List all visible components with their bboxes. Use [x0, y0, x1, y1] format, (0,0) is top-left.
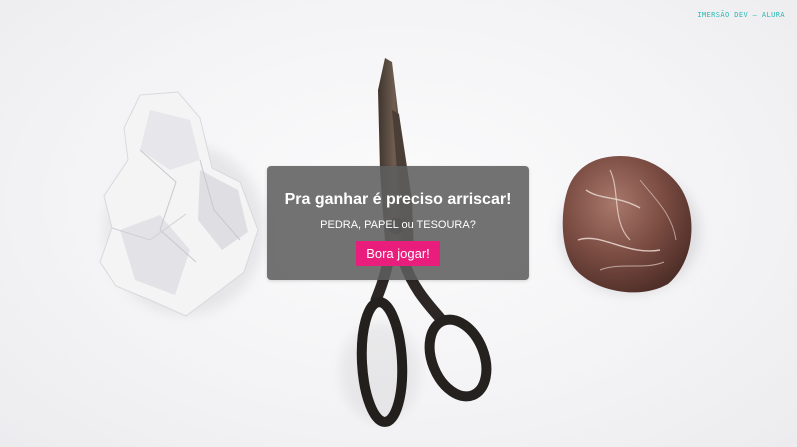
paper-crumpled-image [99, 91, 265, 317]
dialog-title: Pra ganhar é preciso arriscar! [284, 191, 512, 208]
game-start-screen: IMERSÃO DEV – ALURA Pra ganhar é preciso… [0, 0, 797, 447]
brand-logo-text: IMERSÃO DEV – ALURA [697, 11, 785, 19]
start-dialog: Pra ganhar é preciso arriscar! PEDRA, PA… [267, 166, 529, 280]
play-button[interactable]: Bora jogar! [356, 241, 440, 266]
rock-image [560, 155, 700, 294]
dialog-subtitle: PEDRA, PAPEL ou TESOURA? [320, 219, 476, 231]
